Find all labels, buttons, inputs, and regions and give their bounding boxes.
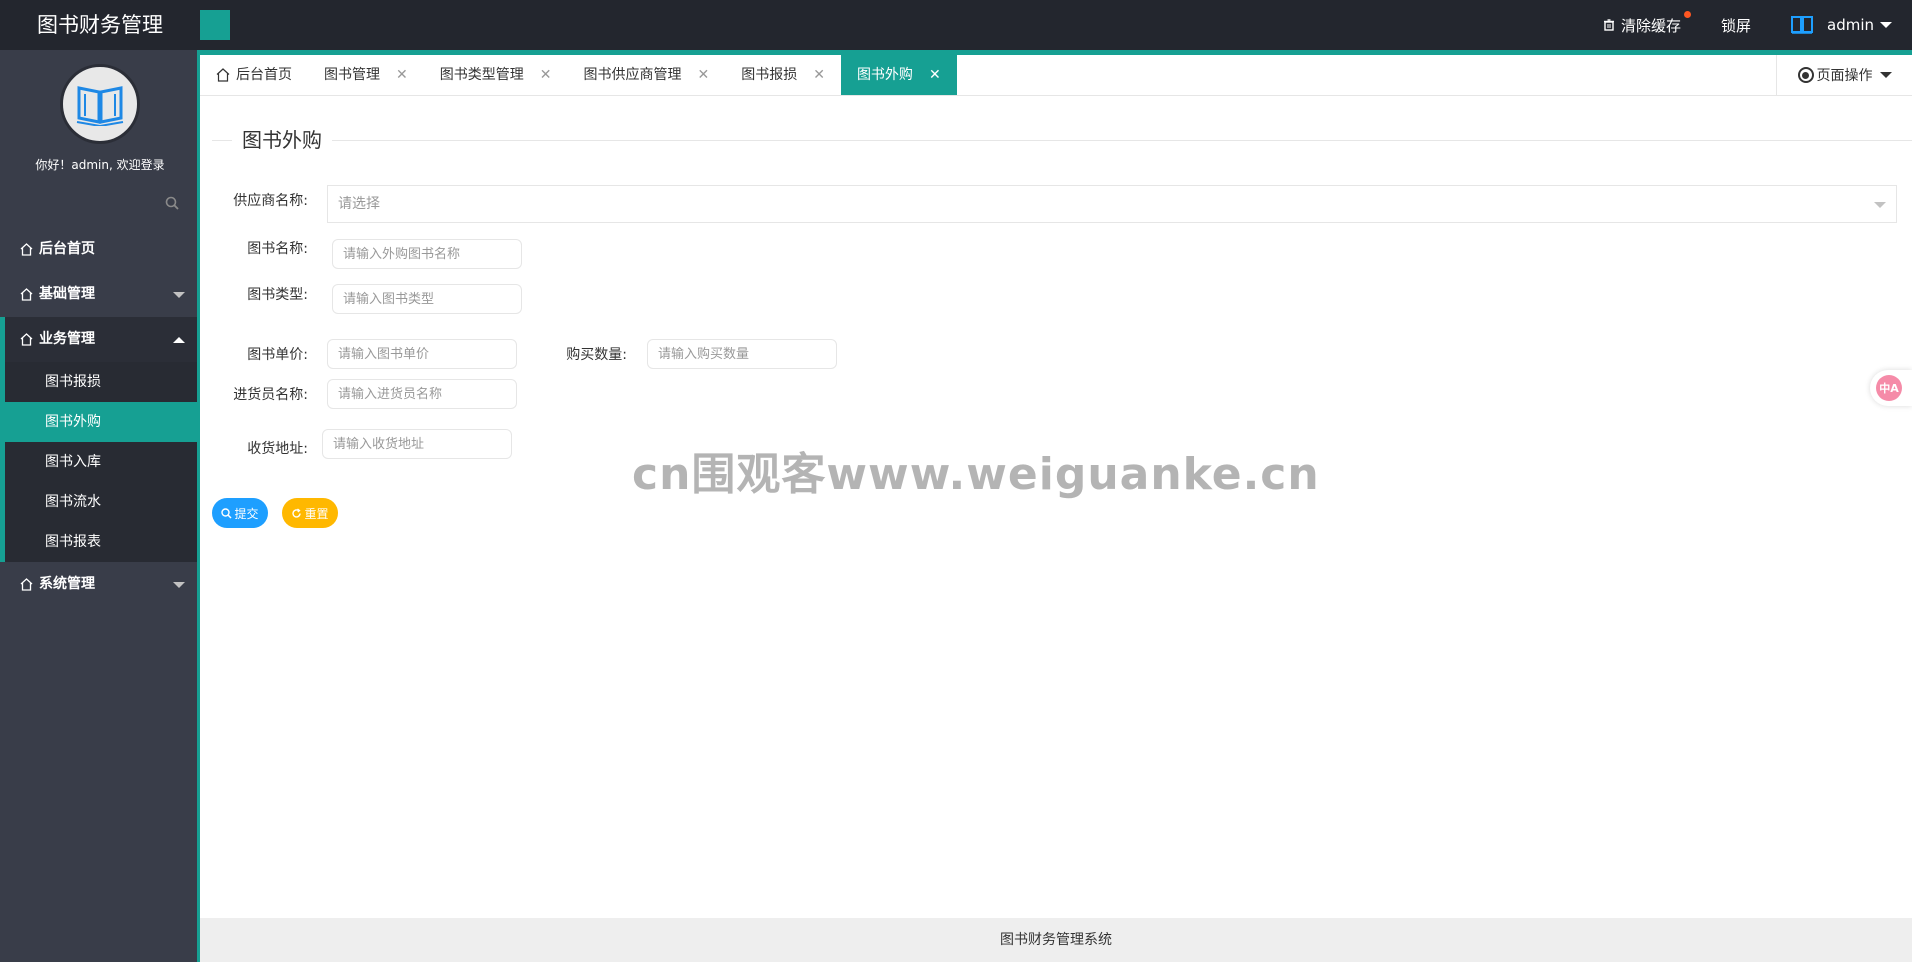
submit-label: 提交	[234, 506, 259, 521]
refresh-icon	[292, 507, 302, 518]
home-icon	[20, 333, 33, 346]
footer: 图书财务管理系统	[200, 918, 1912, 962]
user-menu[interactable]: admin	[1771, 16, 1912, 34]
supplier-select[interactable]: 请选择	[327, 185, 1897, 223]
tab-book-damage[interactable]: 图书报损 ✕	[725, 55, 841, 95]
chevron-down-icon	[1879, 72, 1892, 78]
close-icon[interactable]: ✕	[540, 55, 552, 95]
trash-icon	[1603, 19, 1614, 31]
sidebar: 你好！admin, 欢迎登录 后台首页 基础管理 业务管理 图书报损 图书外购 …	[0, 50, 200, 962]
tab-book-purchase[interactable]: 图书外购 ✕	[840, 55, 957, 95]
tab-book-management[interactable]: 图书管理 ✕	[308, 55, 424, 95]
quantity-label: 购买数量:	[566, 347, 627, 363]
address-label: 收货地址:	[247, 441, 308, 457]
tab-label: 图书报损	[741, 67, 798, 83]
page-operations-dropdown[interactable]: 页面操作	[1776, 55, 1912, 95]
form-legend: 图书外购	[212, 128, 1912, 152]
submit-button[interactable]: 提交	[212, 498, 268, 528]
chevron-down-icon	[173, 582, 185, 588]
close-icon[interactable]: ✕	[697, 55, 709, 95]
unit-price-label: 图书单价:	[247, 347, 308, 363]
book-type-label: 图书类型:	[247, 287, 308, 303]
translate-floating-button[interactable]: 中A	[1870, 370, 1912, 406]
book-icon	[1791, 16, 1813, 34]
sidebar-item-home[interactable]: 后台首页	[0, 227, 197, 272]
supplier-select-value: 请选择	[338, 196, 380, 212]
main-content: 图书外购 供应商名称: 请选择 图书名称: 图书类型: 图书单价: 购买数量: …	[200, 96, 1912, 918]
address-input[interactable]	[322, 429, 512, 459]
tab-label: 图书类型管理	[439, 67, 524, 83]
form-title: 图书外购	[242, 128, 322, 152]
notification-dot	[1683, 10, 1691, 18]
divider	[212, 140, 232, 141]
book-logo-icon	[76, 86, 124, 126]
sidebar-menu: 后台首页 基础管理 业务管理 图书报损 图书外购 图书入库 图书流水 图书报表 …	[0, 227, 197, 607]
tab-book-type-management[interactable]: 图书类型管理 ✕	[424, 55, 568, 95]
tab-supplier-management[interactable]: 图书供应商管理 ✕	[567, 55, 725, 95]
tab-label: 图书管理	[324, 67, 380, 83]
chevron-up-icon	[173, 337, 185, 343]
sidebar-toggle-button[interactable]	[200, 10, 230, 40]
avatar	[60, 64, 140, 144]
unit-price-input[interactable]	[327, 339, 517, 369]
close-icon[interactable]: ✕	[929, 55, 941, 95]
tab-bar: 后台首页 图书管理 ✕ 图书类型管理 ✕ 图书供应商管理 ✕ 图书报损 ✕ 图书…	[200, 55, 1912, 96]
home-icon	[20, 243, 33, 256]
sidebar-item-system[interactable]: 系统管理	[0, 562, 197, 607]
lock-screen-button[interactable]: 锁屏	[1701, 15, 1771, 36]
tab-label: 图书外购	[856, 67, 913, 83]
clear-cache-label: 清除缓存	[1620, 16, 1681, 35]
sidebar-item-label: 业务管理	[39, 331, 95, 347]
top-header: 图书财务管理 清除缓存 锁屏 admin	[0, 0, 1912, 50]
chevron-down-icon	[1874, 202, 1886, 208]
home-icon	[216, 68, 230, 82]
chevron-down-icon	[173, 292, 185, 298]
clear-cache-button[interactable]: 清除缓存	[1583, 10, 1701, 36]
book-name-label: 图书名称:	[247, 241, 308, 257]
username-label: admin	[1827, 16, 1874, 34]
tab-label: 图书供应商管理	[583, 67, 682, 83]
reset-button[interactable]: 重置	[282, 498, 338, 528]
search-icon	[165, 196, 179, 210]
translate-icon: 中A	[1876, 375, 1902, 401]
search-icon	[221, 507, 233, 519]
buyer-input[interactable]	[327, 379, 517, 409]
reset-label: 重置	[304, 506, 329, 521]
sidebar-item-label: 系统管理	[39, 576, 95, 592]
sidebar-subitem-purchase[interactable]: 图书外购	[0, 402, 197, 442]
sidebar-subitem-stock-in[interactable]: 图书入库	[5, 442, 197, 482]
divider	[332, 140, 1912, 141]
sidebar-item-label: 后台首页	[39, 241, 95, 257]
sidebar-item-label: 基础管理	[39, 286, 95, 302]
page-operations-label: 页面操作	[1816, 68, 1873, 84]
tab-home[interactable]: 后台首页	[200, 55, 308, 95]
welcome-text: 你好！admin, 欢迎登录	[35, 158, 165, 172]
target-icon	[1797, 67, 1814, 83]
buyer-label: 进货员名称:	[233, 387, 308, 403]
tab-label: 后台首页	[236, 67, 292, 83]
tabs: 后台首页 图书管理 ✕ 图书类型管理 ✕ 图书供应商管理 ✕ 图书报损 ✕ 图书…	[200, 55, 1912, 95]
home-icon	[20, 578, 33, 591]
quantity-input[interactable]	[647, 339, 837, 369]
app-logo-title: 图书财务管理	[37, 13, 163, 37]
book-type-input[interactable]	[332, 284, 522, 314]
header-right-nav: 清除缓存 锁屏 admin	[1583, 0, 1912, 50]
supplier-label: 供应商名称:	[233, 193, 308, 209]
sidebar-item-business[interactable]: 业务管理	[0, 317, 197, 362]
chevron-down-icon	[1880, 22, 1892, 28]
watermark-text: cn围观客www.weiguanke.cn	[632, 449, 1320, 500]
home-icon	[20, 288, 33, 301]
close-icon[interactable]: ✕	[396, 55, 408, 95]
sidebar-subitem-report[interactable]: 图书报表	[5, 522, 197, 562]
sidebar-item-basic[interactable]: 基础管理	[0, 272, 197, 317]
sidebar-subitem-flow[interactable]: 图书流水	[5, 482, 197, 522]
close-icon[interactable]: ✕	[813, 55, 825, 95]
sidebar-submenu-business: 图书报损 图书外购 图书入库 图书流水 图书报表	[0, 362, 197, 562]
sidebar-search-button[interactable]	[165, 196, 179, 214]
sidebar-subitem-damage[interactable]: 图书报损	[5, 362, 197, 402]
book-name-input[interactable]	[332, 239, 522, 269]
